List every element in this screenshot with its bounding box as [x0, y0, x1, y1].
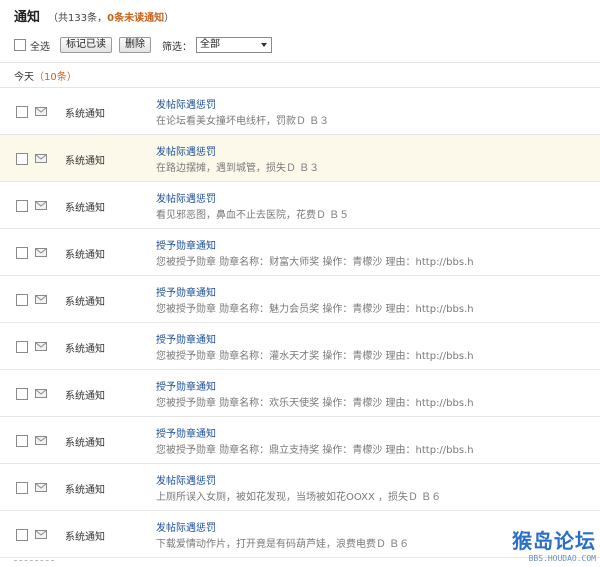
envelope-icon	[35, 483, 47, 492]
section-label: 今天	[14, 72, 34, 83]
next-section-partial	[14, 560, 54, 567]
row-checkbox[interactable]	[16, 200, 28, 212]
watermark-logo-text: 猴岛论坛	[512, 529, 596, 553]
envelope-icon	[35, 295, 47, 304]
notification-row[interactable]: 系统通知 授予勋章通知您被授予勋章 勋章名称：魅力会员奖 操作：青檬沙 理由：ht…	[0, 276, 600, 323]
notification-summary: 您被授予勋章 勋章名称：魅力会员奖 操作：青檬沙 理由：http://bbs.h	[156, 304, 474, 315]
notification-sender: 系统通知	[65, 156, 105, 167]
notification-subject-link[interactable]: 授予勋章通知	[156, 237, 216, 252]
mark-read-button[interactable]: 标记已读	[60, 37, 112, 53]
select-all-label[interactable]: 全选	[30, 38, 50, 53]
row-checkbox[interactable]	[16, 482, 28, 494]
notification-sender: 系统通知	[65, 203, 105, 214]
notification-list: 系统通知 发帖际遇惩罚 在论坛看美女撞坏电线杆，罚款Ｄ Ｂ３ 系统通知 发帖际遇惩罚 在路…	[0, 88, 600, 558]
notification-subject-link[interactable]: 授予勋章通知	[156, 331, 216, 346]
envelope-icon	[35, 248, 47, 257]
notification-summary: 您被授予勋章 勋章名称：鼎立支持奖 操作：青檬沙 理由：http://bbs.h	[156, 445, 474, 456]
notification-count: （共133条，0条未读通知）	[48, 13, 175, 24]
unread-count: 0条未读通知	[107, 13, 165, 24]
notification-summary: 在论坛看美女撞坏电线杆，罚款Ｄ Ｂ３	[156, 116, 330, 127]
toolbar: 全选 标记已读 删除 筛选： 全部	[14, 36, 272, 54]
section-count: （10条）	[34, 72, 77, 83]
row-checkbox[interactable]	[16, 435, 28, 447]
notification-summary: 下载爱情动作片，打开竟是有码葫芦娃，浪费电费Ｄ Ｂ６	[156, 539, 410, 550]
delete-button[interactable]: 删除	[119, 37, 151, 53]
row-checkbox[interactable]	[16, 247, 28, 259]
notification-row[interactable]: 系统通知 授予勋章通知您被授予勋章 勋章名称：灌水天才奖 操作：青檬沙 理由：ht…	[0, 323, 600, 370]
envelope-icon	[35, 389, 47, 398]
notification-subject-link[interactable]: 发帖际遇惩罚	[156, 96, 216, 111]
envelope-icon	[35, 201, 47, 210]
notification-subject-link[interactable]: 授予勋章通知	[156, 378, 216, 393]
notification-sender: 系统通知	[65, 532, 105, 543]
notification-sender: 系统通知	[65, 344, 105, 355]
toolbar-divider	[0, 62, 600, 63]
notification-sender: 系统通知	[65, 391, 105, 402]
notification-summary: 看见邪恶图，鼻血不止去医院，花费Ｄ Ｂ５	[156, 210, 350, 221]
row-checkbox[interactable]	[16, 153, 28, 165]
notification-subject-link[interactable]: 授予勋章通知	[156, 284, 216, 299]
envelope-icon	[35, 342, 47, 351]
select-all-checkbox[interactable]	[14, 39, 26, 51]
notification-row[interactable]: 系统通知 授予勋章通知您被授予勋章 勋章名称：财富大师奖 操作：青檬沙 理由：ht…	[0, 229, 600, 276]
notification-row[interactable]: 系统通知 发帖际遇惩罚在路边摆摊，遇到城管，损失Ｄ Ｂ３	[0, 135, 600, 182]
notification-sender: 系统通知	[65, 250, 105, 261]
notification-summary: 上厕所误入女厕，被如花发现，当场被如花OOXX ，损失Ｄ Ｂ６	[156, 492, 442, 503]
notification-summary: 在路边摆摊，遇到城管，损失Ｄ Ｂ３	[156, 163, 320, 174]
notification-summary: 您被授予勋章 勋章名称：财富大师奖 操作：青檬沙 理由：http://bbs.h	[156, 257, 474, 268]
notification-sender: 系统通知	[65, 485, 105, 496]
page-header: 通知 （共133条，0条未读通知）	[14, 6, 175, 25]
notification-subject-link[interactable]: 发帖际遇惩罚	[156, 519, 216, 534]
notification-row[interactable]: 系统通知 发帖际遇惩罚下载爱情动作片，打开竟是有码葫芦娃，浪费电费Ｄ Ｂ６	[0, 511, 600, 558]
chevron-down-icon	[261, 43, 267, 47]
notification-subject-link[interactable]: 发帖际遇惩罚	[156, 143, 216, 158]
notification-row[interactable]: 系统通知 授予勋章通知您被授予勋章 勋章名称：鼎立支持奖 操作：青檬沙 理由：ht…	[0, 417, 600, 464]
filter-select[interactable]: 全部	[196, 37, 272, 53]
notification-sender: 系统通知	[65, 438, 105, 449]
filter-value: 全部	[200, 39, 220, 50]
section-today: 今天（10条）	[14, 68, 77, 83]
notification-subject-link[interactable]: 发帖际遇惩罚	[156, 190, 216, 205]
row-checkbox[interactable]	[16, 388, 28, 400]
notification-summary: 您被授予勋章 勋章名称：灌水天才奖 操作：青檬沙 理由：http://bbs.h	[156, 351, 474, 362]
notification-row[interactable]: 系统通知 授予勋章通知您被授予勋章 勋章名称：欢乐天使奖 操作：青檬沙 理由：ht…	[0, 370, 600, 417]
notification-sender: 系统通知	[65, 297, 105, 308]
notification-summary: 您被授予勋章 勋章名称：欢乐天使奖 操作：青檬沙 理由：http://bbs.h	[156, 398, 474, 409]
notification-row[interactable]: 系统通知 发帖际遇惩罚在论坛看美女撞坏电线杆，罚款Ｄ Ｂ３	[0, 88, 600, 135]
watermark-url: BBS.HOUDAO.COM	[528, 554, 596, 563]
filter-label: 筛选：	[162, 41, 192, 53]
row-checkbox[interactable]	[16, 529, 28, 541]
envelope-icon	[35, 107, 47, 116]
notification-subject-link[interactable]: 发帖际遇惩罚	[156, 472, 216, 487]
row-checkbox[interactable]	[16, 294, 28, 306]
envelope-icon	[35, 436, 47, 445]
envelope-icon	[35, 154, 47, 163]
row-checkbox[interactable]	[16, 341, 28, 353]
notification-row[interactable]: 系统通知 发帖际遇惩罚上厕所误入女厕，被如花发现，当场被如花OOXX ，损失Ｄ Ｂ…	[0, 464, 600, 511]
notification-row[interactable]: 系统通知 发帖际遇惩罚看见邪恶图，鼻血不止去医院，花费Ｄ Ｂ５	[0, 182, 600, 229]
notification-sender: 系统通知	[65, 109, 105, 120]
notification-subject-link[interactable]: 授予勋章通知	[156, 425, 216, 440]
page-title: 通知	[14, 10, 41, 25]
forum-watermark: 猴岛论坛 BBS.HOUDAO.COM	[512, 525, 596, 563]
envelope-icon	[35, 530, 47, 539]
row-checkbox[interactable]	[16, 106, 28, 118]
